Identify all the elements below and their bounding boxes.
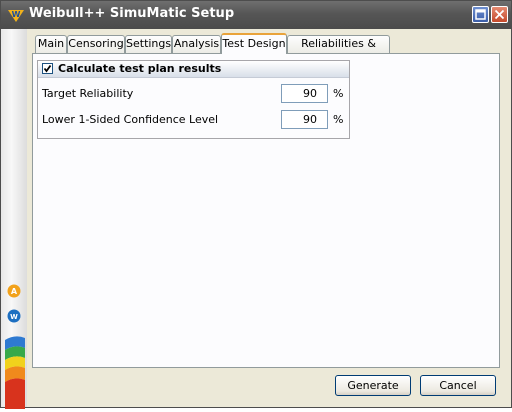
target-reliability-unit: % [333,87,344,100]
tab-reliabilities-times[interactable]: Reliabilities & Times [287,35,390,66]
confidence-level-input[interactable]: 90 [281,110,328,129]
test-plan-header: Calculate test plan results [38,61,349,78]
product-rainbow-graphic [5,334,25,409]
weibull-app-icon: W [7,309,21,323]
calculate-test-plan-checkbox[interactable] [42,63,53,74]
svg-text:A: A [11,287,18,296]
checkmark-icon [43,64,52,73]
svg-text:W: W [10,313,18,321]
confidence-level-unit: % [333,113,344,126]
app-side-strip: A W [1,29,27,409]
close-button[interactable] [491,6,508,23]
test-plan-title: Calculate test plan results [58,62,222,75]
target-reliability-label: Target Reliability [42,87,134,100]
test-plan-group: Calculate test plan results Target Relia… [37,60,350,139]
tab-test-design[interactable]: Test Design [221,33,287,54]
dialog-content: Main Censoring Settings Analysis Test De… [27,29,511,407]
tab-censoring[interactable]: Censoring [67,35,125,53]
window-title: Weibull++ SimuMatic Setup [29,6,235,21]
maximize-button[interactable] [472,6,489,23]
target-reliability-input[interactable]: 90 [281,84,328,103]
tab-analysis[interactable]: Analysis [172,35,221,53]
tab-main[interactable]: Main [35,35,67,53]
title-bar[interactable]: W Weibull++ SimuMatic Setup [1,1,511,29]
generate-button[interactable]: Generate [335,375,411,396]
svg-text:W: W [12,10,21,19]
confidence-level-label: Lower 1-Sided Confidence Level [42,113,219,126]
alta-app-icon: A [7,284,21,298]
setup-window: W Weibull++ SimuMatic Setup A W Main Cen… [0,0,512,409]
weibull-logo-icon: W [7,6,25,24]
cancel-button[interactable]: Cancel [420,375,496,396]
tab-settings[interactable]: Settings [125,35,172,53]
test-design-panel: Calculate test plan results Target Relia… [32,53,500,368]
